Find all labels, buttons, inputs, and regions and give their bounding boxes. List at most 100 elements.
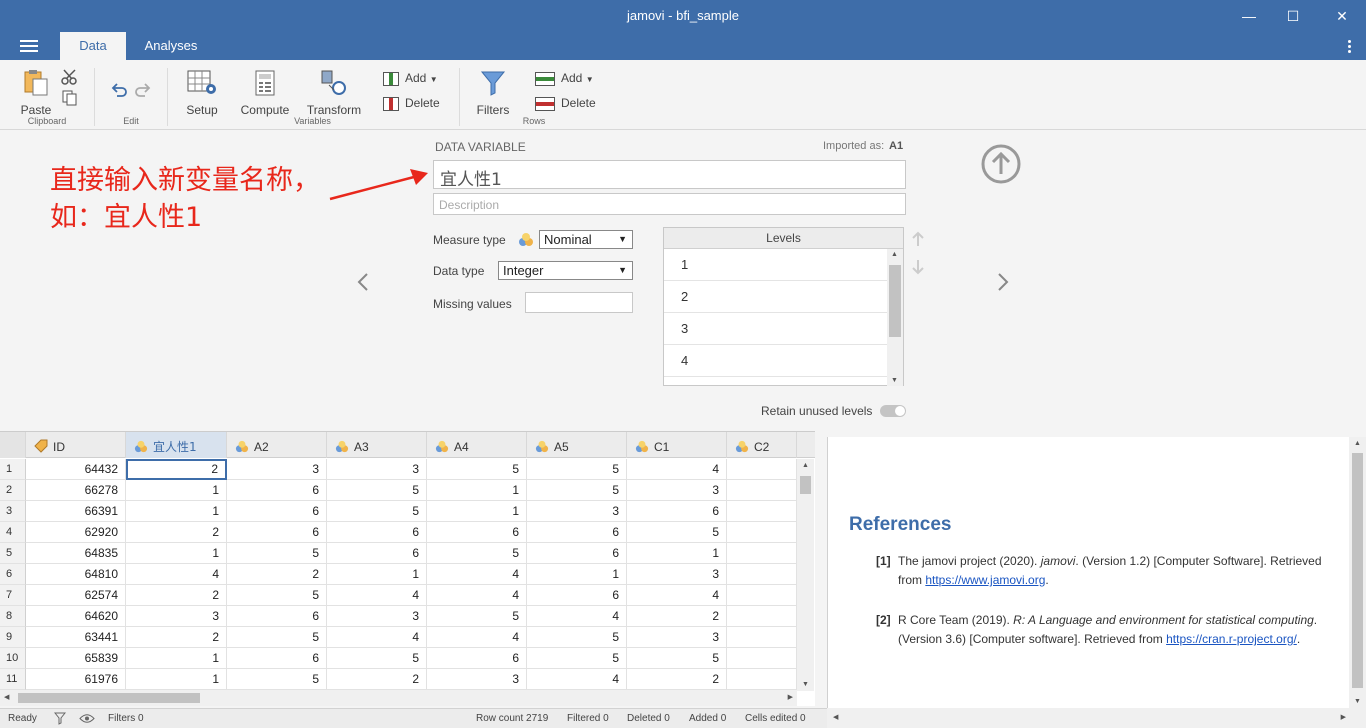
scroll-up-icon[interactable]: ▲ (802, 462, 809, 469)
table-cell[interactable] (727, 501, 797, 522)
table-cell[interactable]: 5 (227, 669, 327, 690)
table-cell[interactable]: 1 (527, 564, 627, 585)
table-cell[interactable] (727, 648, 797, 669)
table-cell[interactable]: 64620 (26, 606, 126, 627)
sheet-vscroll-thumb[interactable] (800, 476, 811, 494)
results-horizontal-scrollbar[interactable]: ◀ ▶ (827, 708, 1366, 728)
table-cell[interactable]: 6 (527, 543, 627, 564)
table-cell[interactable]: 63441 (26, 627, 126, 648)
table-cell[interactable]: 64835 (26, 543, 126, 564)
row-number[interactable]: 3 (0, 501, 26, 522)
table-cell[interactable]: 5 (527, 627, 627, 648)
results-scroll-thumb[interactable] (1352, 453, 1363, 688)
row-number[interactable]: 8 (0, 606, 26, 627)
table-cell[interactable]: 3 (627, 564, 727, 585)
table-cell[interactable]: 5 (427, 543, 527, 564)
column-header-a2[interactable]: A2 (227, 432, 327, 458)
table-cell[interactable] (727, 459, 797, 480)
table-cell[interactable]: 1 (627, 543, 727, 564)
collapse-editor-icon[interactable] (980, 143, 1022, 185)
column-header-a4[interactable]: A4 (427, 432, 527, 458)
redo-icon[interactable] (134, 82, 152, 98)
level-item[interactable]: 3 (664, 313, 888, 345)
table-cell[interactable]: 6 (427, 648, 527, 669)
table-cell[interactable]: 5 (327, 480, 427, 501)
table-cell[interactable]: 64432 (26, 459, 126, 480)
paste-button[interactable]: Paste (20, 69, 52, 117)
scroll-right-icon[interactable]: ▶ (788, 693, 793, 701)
table-cell[interactable]: 61976 (26, 669, 126, 690)
variable-name-field[interactable]: 宜人性1 (433, 160, 906, 190)
eye-icon[interactable] (79, 713, 95, 724)
reference-link[interactable]: https://www.jamovi.org (925, 573, 1045, 587)
table-cell[interactable]: 2 (126, 459, 227, 480)
table-cell[interactable] (727, 564, 797, 585)
table-cell[interactable]: 3 (227, 459, 327, 480)
data-type-select[interactable]: Integer ▼ (498, 261, 633, 280)
table-cell[interactable]: 6 (527, 585, 627, 606)
table-cell[interactable]: 6 (227, 606, 327, 627)
table-cell[interactable]: 1 (126, 480, 227, 501)
table-cell[interactable] (727, 669, 797, 690)
table-cell[interactable]: 2 (126, 585, 227, 606)
table-cell[interactable]: 4 (427, 585, 527, 606)
column-header-a1[interactable]: 宜人性1 (126, 432, 227, 458)
table-cell[interactable]: 4 (427, 627, 527, 648)
column-header-id[interactable]: ID (26, 432, 126, 458)
table-cell[interactable]: 2 (627, 606, 727, 627)
scroll-down-icon[interactable]: ▼ (802, 681, 809, 688)
levels-scroll-thumb[interactable] (889, 265, 901, 337)
table-cell[interactable]: 6 (327, 522, 427, 543)
table-cell[interactable]: 3 (627, 480, 727, 501)
row-number[interactable]: 4 (0, 522, 26, 543)
scroll-right-icon[interactable]: ▶ (1341, 713, 1346, 721)
table-cell[interactable]: 1 (427, 501, 527, 522)
filter-status-icon[interactable] (54, 712, 66, 725)
table-cell[interactable]: 3 (126, 606, 227, 627)
table-cell[interactable]: 5 (227, 585, 327, 606)
table-cell[interactable]: 2 (126, 522, 227, 543)
table-cell[interactable]: 66278 (26, 480, 126, 501)
levels-scrollbar[interactable]: ▲ ▼ (887, 249, 903, 386)
description-field[interactable]: Description (433, 193, 906, 215)
row-number[interactable]: 2 (0, 480, 26, 501)
column-header-c2[interactable]: C2 (727, 432, 797, 458)
table-cell[interactable]: 5 (627, 522, 727, 543)
measure-type-select[interactable]: Nominal ▼ (539, 230, 633, 249)
maximize-button[interactable]: ☐ (1270, 0, 1316, 32)
table-cell[interactable]: 5 (427, 459, 527, 480)
table-cell[interactable]: 2 (227, 564, 327, 585)
minimize-button[interactable]: — (1226, 0, 1272, 32)
add-row-button[interactable]: Add ▼ (535, 70, 594, 88)
row-number[interactable]: 5 (0, 543, 26, 564)
move-level-down-icon[interactable] (910, 259, 926, 275)
filters-button[interactable]: Filters (474, 69, 512, 117)
corner-cell[interactable] (0, 432, 26, 458)
table-cell[interactable]: 4 (427, 564, 527, 585)
table-cell[interactable]: 6 (227, 522, 327, 543)
table-cell[interactable]: 3 (627, 627, 727, 648)
table-cell[interactable] (727, 522, 797, 543)
table-cell[interactable]: 5 (627, 648, 727, 669)
table-cell[interactable]: 3 (527, 501, 627, 522)
sheet-horizontal-scrollbar[interactable]: ◀ ▶ (0, 690, 797, 706)
row-number[interactable]: 6 (0, 564, 26, 585)
table-cell[interactable]: 1 (126, 648, 227, 669)
table-cell[interactable]: 6 (227, 501, 327, 522)
retain-unused-levels-toggle[interactable] (880, 405, 906, 417)
table-cell[interactable]: 6 (227, 648, 327, 669)
reference-link[interactable]: https://cran.r-project.org/ (1166, 632, 1297, 646)
table-cell[interactable]: 3 (327, 459, 427, 480)
table-cell[interactable]: 3 (327, 606, 427, 627)
table-cell[interactable] (727, 627, 797, 648)
table-cell[interactable]: 64810 (26, 564, 126, 585)
table-cell[interactable]: 2 (627, 669, 727, 690)
table-cell[interactable]: 66391 (26, 501, 126, 522)
table-cell[interactable]: 62920 (26, 522, 126, 543)
sheet-vertical-scrollbar[interactable]: ▲ ▼ (797, 459, 814, 691)
table-cell[interactable]: 62574 (26, 585, 126, 606)
table-cell[interactable]: 1 (126, 501, 227, 522)
row-number[interactable]: 11 (0, 669, 26, 690)
table-cell[interactable]: 1 (427, 480, 527, 501)
table-cell[interactable]: 1 (327, 564, 427, 585)
